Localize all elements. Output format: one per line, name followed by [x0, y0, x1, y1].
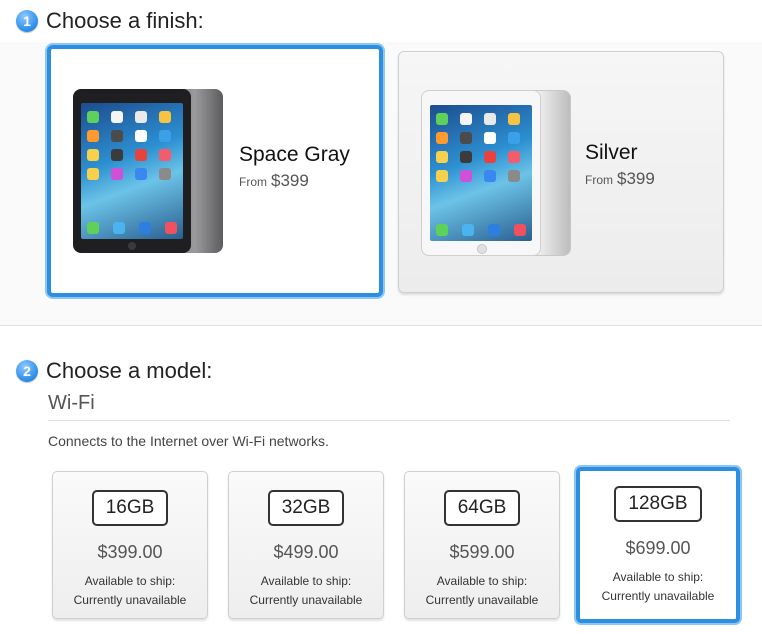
model-price: $599.00	[449, 542, 515, 562]
step-2-header: 2 Choose a model:	[16, 358, 212, 384]
ship-label: Available to ship:	[84, 574, 176, 588]
finish-option-space-gray[interactable]: Space Gray From $399	[47, 45, 383, 297]
ipad-silver-image	[421, 90, 541, 256]
home-button-icon	[128, 242, 136, 250]
ship-status: Currently unavailable	[425, 593, 539, 607]
ship-status: Currently unavailable	[249, 593, 363, 607]
ship-label: Available to ship:	[612, 570, 704, 584]
ship-label: Available to ship:	[260, 574, 352, 588]
model-option-16gb[interactable]: 16GB $399.00 Available to ship: Currentl…	[52, 471, 208, 619]
connectivity-description: Connects to the Internet over Wi-Fi netw…	[48, 433, 329, 449]
ship-status: Currently unavailable	[73, 593, 187, 607]
from-label: From	[239, 175, 267, 189]
capacity-label: 16GB	[91, 490, 169, 526]
finish-name: Silver	[585, 141, 638, 164]
finish-option-silver[interactable]: Silver From $399	[398, 51, 724, 293]
finish-selector: Space Gray From $399 Silver From $399	[0, 42, 762, 326]
ipad-space-gray-image	[73, 89, 191, 253]
step-1-header: 1 Choose a finish:	[16, 8, 204, 34]
capacity-label: 128GB	[614, 486, 702, 522]
capacity-label: 64GB	[443, 490, 521, 526]
finish-price-group: From $399	[585, 169, 655, 189]
ship-label: Available to ship:	[436, 574, 528, 588]
capacity-label: 32GB	[267, 490, 345, 526]
model-option-64gb[interactable]: 64GB $599.00 Available to ship: Currentl…	[404, 471, 560, 619]
ship-status: Currently unavailable	[601, 589, 715, 603]
ipad-screen	[81, 103, 183, 239]
finish-name: Space Gray	[239, 143, 350, 166]
step-1-title: Choose a finish:	[46, 8, 204, 33]
finish-price-group: From $399	[239, 171, 309, 191]
finish-price: $399	[271, 171, 309, 190]
step-2-title: Choose a model:	[46, 358, 213, 383]
step-number-2-icon: 2	[16, 360, 38, 382]
home-button-icon	[477, 244, 487, 254]
model-price: $499.00	[273, 542, 339, 562]
model-price: $699.00	[625, 538, 691, 558]
finish-price: $399	[617, 169, 655, 188]
model-option-128gb[interactable]: 128GB $699.00 Available to ship: Current…	[576, 467, 740, 623]
ipad-screen	[430, 105, 532, 241]
from-label: From	[585, 173, 613, 187]
connectivity-title: Wi-Fi	[48, 392, 95, 414]
divider	[48, 420, 730, 421]
model-price: $399.00	[97, 542, 163, 562]
step-number-1-icon: 1	[16, 10, 38, 32]
model-option-32gb[interactable]: 32GB $499.00 Available to ship: Currentl…	[228, 471, 384, 619]
